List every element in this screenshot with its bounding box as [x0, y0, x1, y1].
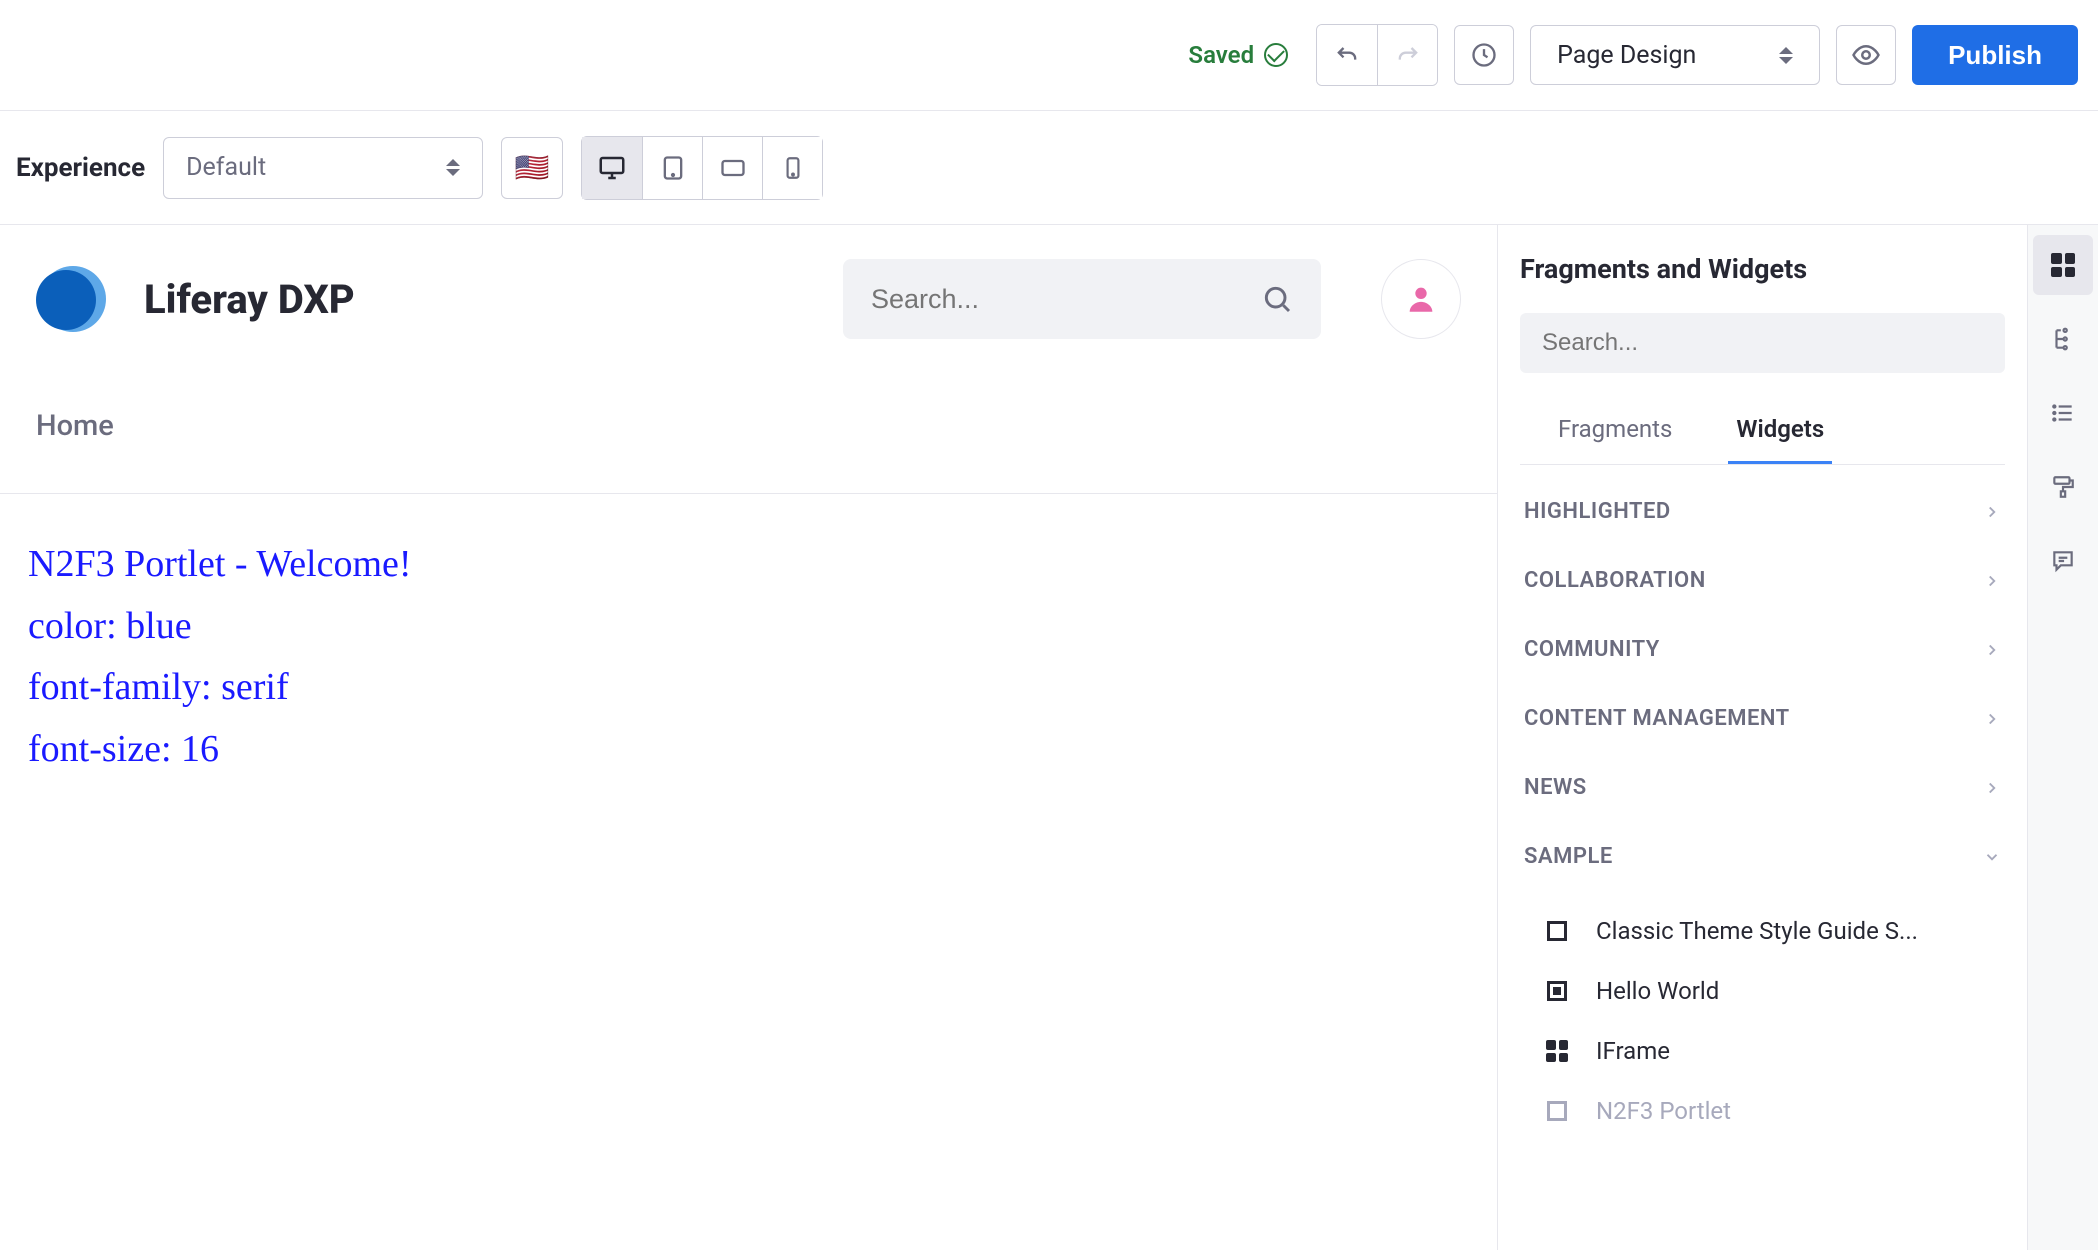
category-community[interactable]: COMMUNITY: [1520, 615, 2005, 684]
viewport-mobile-button[interactable]: [762, 137, 822, 199]
rail-comments-button[interactable]: [2033, 531, 2093, 591]
chevron-right-icon: [1983, 503, 2001, 521]
select-caret-icon: [446, 159, 460, 176]
category-label: HIGHLIGHTED: [1524, 499, 1671, 524]
chevron-right-icon: [1983, 710, 2001, 728]
square-center-icon: [1544, 978, 1570, 1004]
experience-toolbar: Experience Default 🇺🇸: [0, 110, 2098, 225]
widget-n2f3-portlet[interactable]: N2F3 Portlet: [1540, 1081, 2005, 1141]
portlet-line: font-family: serif: [28, 657, 1469, 719]
grid-icon: [1544, 1038, 1570, 1064]
rail-page-contents-button[interactable]: [2033, 383, 2093, 443]
widget-hello-world[interactable]: Hello World: [1540, 961, 2005, 1021]
select-caret-icon: [1779, 47, 1793, 64]
flag-icon: 🇺🇸: [515, 151, 550, 184]
site-search-input[interactable]: [871, 284, 1249, 315]
right-rail: [2028, 225, 2098, 1250]
edit-mode-select[interactable]: Page Design: [1530, 25, 1820, 85]
category-content-management[interactable]: CONTENT MANAGEMENT: [1520, 684, 2005, 753]
nav-link-home[interactable]: Home: [36, 409, 114, 443]
portlet-line: font-size: 16: [28, 719, 1469, 781]
square-icon: [1544, 1098, 1570, 1124]
history-button[interactable]: [1454, 25, 1514, 85]
redo-button[interactable]: [1377, 25, 1437, 85]
site-title: Liferay DXP: [144, 276, 355, 323]
rail-browser-button[interactable]: [2033, 309, 2093, 369]
edit-mode-label: Page Design: [1557, 41, 1696, 70]
panel-search[interactable]: [1520, 313, 2005, 373]
saved-label: Saved: [1188, 41, 1254, 69]
portlet-line: color: blue: [28, 596, 1469, 658]
site-search[interactable]: [843, 259, 1321, 339]
category-sample[interactable]: SAMPLE: [1520, 822, 2005, 891]
viewport-tablet-portrait-button[interactable]: [702, 137, 762, 199]
widget-iframe[interactable]: IFrame: [1540, 1021, 2005, 1081]
publish-button[interactable]: Publish: [1912, 25, 2078, 85]
viewport-tablet-landscape-button[interactable]: [642, 137, 702, 199]
landscape-icon: [719, 154, 747, 182]
category-label: NEWS: [1524, 775, 1587, 800]
user-avatar[interactable]: [1381, 259, 1461, 339]
panel-search-input[interactable]: [1542, 329, 1983, 357]
undo-icon: [1333, 41, 1361, 69]
site-nav: Home: [0, 389, 1497, 494]
fragments-widgets-panel: Fragments and Widgets Fragments Widgets …: [1498, 225, 2028, 1250]
top-toolbar: Saved Page Design Publish: [0, 0, 2098, 110]
paint-roller-icon: [2050, 474, 2076, 500]
widget-classic-theme[interactable]: Classic Theme Style Guide S...: [1540, 901, 2005, 961]
viewport-desktop-button[interactable]: [582, 137, 642, 199]
locale-button[interactable]: 🇺🇸: [501, 137, 563, 199]
chevron-right-icon: [1983, 572, 2001, 590]
tab-widgets[interactable]: Widgets: [1728, 401, 1832, 464]
category-highlighted[interactable]: HIGHLIGHTED: [1520, 477, 2005, 546]
experience-label: Experience: [16, 153, 145, 183]
rail-fragments-button[interactable]: [2033, 235, 2093, 295]
category-label: CONTENT MANAGEMENT: [1524, 706, 1790, 731]
widget-label: Classic Theme Style Guide S...: [1596, 917, 1918, 945]
tab-fragments[interactable]: Fragments: [1550, 401, 1680, 464]
panel-tabs: Fragments Widgets: [1520, 401, 2005, 465]
rail-page-design-button[interactable]: [2033, 457, 2093, 517]
redo-icon: [1394, 41, 1422, 69]
clock-icon: [1470, 41, 1498, 69]
viewport-group: [581, 136, 823, 200]
category-collaboration[interactable]: COLLABORATION: [1520, 546, 2005, 615]
grid-icon: [2051, 253, 2075, 277]
experience-value: Default: [186, 153, 266, 182]
user-icon: [1404, 282, 1438, 316]
widget-label: IFrame: [1596, 1037, 1670, 1065]
widget-label: N2F3 Portlet: [1596, 1097, 1731, 1125]
comment-icon: [2050, 548, 2076, 574]
tablet-icon: [659, 154, 687, 182]
undo-button[interactable]: [1317, 25, 1377, 85]
search-icon: [1261, 283, 1293, 315]
saved-indicator: Saved: [1188, 41, 1288, 69]
sample-widget-list: Classic Theme Style Guide S... Hello Wor…: [1520, 891, 2005, 1141]
chevron-down-icon: [1983, 848, 2001, 866]
desktop-icon: [597, 153, 627, 183]
page-canvas[interactable]: Liferay DXP Home N2F3 Portlet - Welcome!…: [0, 225, 1498, 1250]
mobile-icon: [780, 155, 806, 181]
chevron-right-icon: [1983, 641, 2001, 659]
site-header: Liferay DXP: [0, 225, 1497, 349]
eye-icon: [1851, 40, 1881, 70]
check-circle-icon: [1264, 43, 1288, 67]
main-area: Liferay DXP Home N2F3 Portlet - Welcome!…: [0, 225, 2098, 1250]
experience-select[interactable]: Default: [163, 137, 483, 199]
site-logo: [36, 260, 114, 338]
panel-title: Fragments and Widgets: [1520, 253, 2005, 285]
preview-button[interactable]: [1836, 25, 1896, 85]
portlet-line: N2F3 Portlet - Welcome!: [28, 534, 1469, 596]
category-label: COMMUNITY: [1524, 637, 1660, 662]
chevron-right-icon: [1983, 779, 2001, 797]
category-label: SAMPLE: [1524, 844, 1613, 869]
tree-icon: [2050, 326, 2076, 352]
list-icon: [2050, 400, 2076, 426]
n2f3-portlet: N2F3 Portlet - Welcome! color: blue font…: [0, 494, 1497, 820]
undo-redo-group: [1316, 24, 1438, 86]
square-icon: [1544, 918, 1570, 944]
widget-label: Hello World: [1596, 977, 1719, 1005]
category-news[interactable]: NEWS: [1520, 753, 2005, 822]
category-label: COLLABORATION: [1524, 568, 1706, 593]
